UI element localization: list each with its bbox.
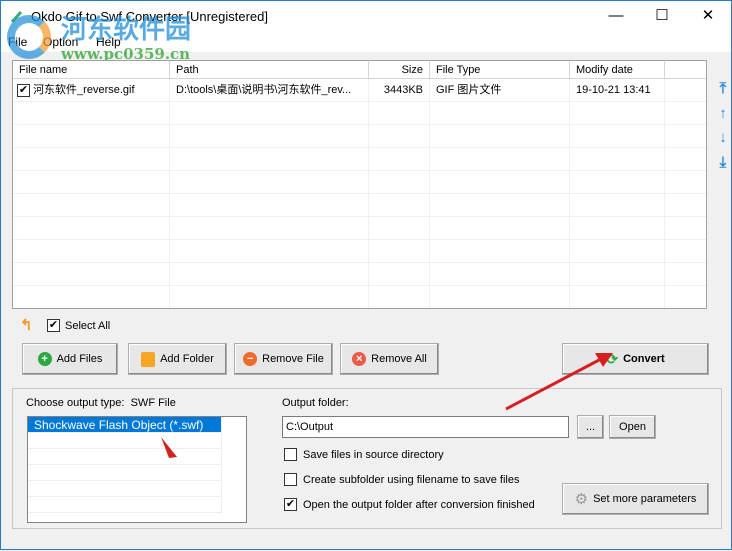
arrow-to-convert bbox=[505, 357, 602, 411]
annotation-arrows bbox=[161, 353, 613, 458]
arrow-to-swf bbox=[161, 437, 177, 458]
app-window: Okdo Gif to Swf Converter [Unregistered]… bbox=[0, 0, 732, 550]
